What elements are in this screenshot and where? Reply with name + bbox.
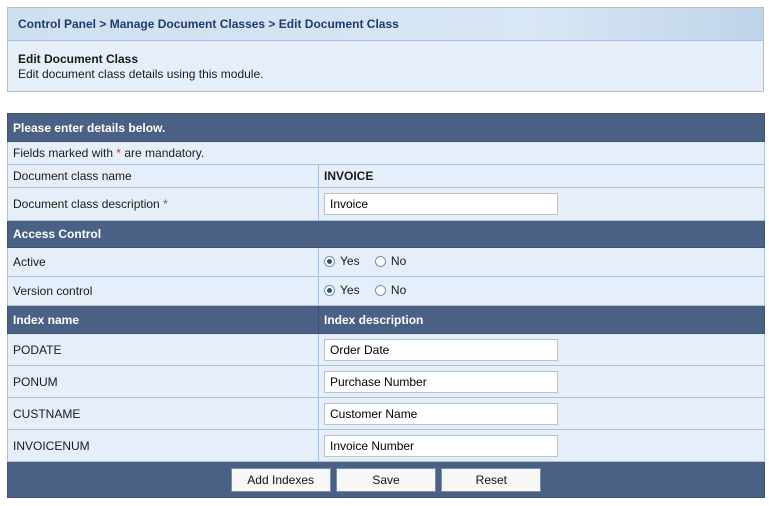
active-no-label: No	[390, 254, 407, 269]
form-header: Please enter details below.	[6, 113, 766, 142]
page-title: Edit Document Class	[18, 52, 139, 66]
class-desc-label-cell: Document class description *	[7, 187, 319, 221]
class-desc-row: Document class description *	[7, 187, 766, 221]
index-description-cell	[317, 429, 766, 462]
breadcrumb-separator: >	[265, 17, 279, 31]
required-star: *	[163, 197, 168, 211]
class-desc-label: Document class description	[13, 197, 160, 211]
active-yes-radio[interactable]: Yes	[324, 254, 360, 268]
form-header-row: Please enter details below.	[6, 113, 766, 142]
mandatory-note: Fields marked with * are mandatory.	[6, 141, 766, 165]
reset-button[interactable]: Reset	[441, 467, 542, 492]
breadcrumb-separator: >	[96, 17, 110, 31]
class-description-input[interactable]	[324, 193, 558, 215]
active-label: Active	[7, 247, 319, 277]
index-header-row: Index name Index description	[7, 305, 766, 334]
radio-unchecked-icon[interactable]	[374, 255, 386, 267]
edit-document-class-form: Please enter details below. Fields marke…	[6, 113, 766, 498]
active-yes-label: Yes	[340, 254, 360, 269]
breadcrumb-edit-document-class: Edit Document Class	[278, 17, 399, 31]
save-button[interactable]: Save	[336, 467, 436, 492]
access-control-header: Access Control	[6, 220, 766, 248]
index-name: INVOICENUM	[7, 429, 319, 462]
index-description-input[interactable]	[324, 434, 558, 457]
version-control-row: Version control Yes No	[7, 276, 766, 306]
version-yes-radio[interactable]: Yes	[324, 283, 360, 297]
active-options: Yes No	[317, 247, 766, 277]
active-no-radio[interactable]: No	[374, 254, 407, 269]
class-desc-cell	[317, 187, 766, 221]
class-name-label: Document class name	[7, 164, 319, 188]
active-row: Active Yes No	[7, 247, 766, 277]
index-description-input[interactable]	[324, 402, 558, 425]
mandatory-note-row: Fields marked with * are mandatory.	[6, 141, 766, 165]
index-description-input[interactable]	[324, 338, 558, 361]
page-subtitle: Edit document class details using this m…	[18, 67, 264, 81]
index-name-header: Index name	[7, 305, 319, 334]
radio-checked-icon[interactable]	[324, 255, 335, 267]
version-yes-label: Yes	[340, 283, 360, 298]
button-bar: Add Indexes Save Reset	[6, 461, 766, 498]
index-description-header: Index description	[317, 305, 766, 334]
version-control-label: Version control	[7, 276, 319, 306]
mandatory-note-suffix: are mandatory.	[121, 146, 205, 160]
index-description-cell	[317, 397, 766, 430]
class-name-row: Document class name INVOICE	[7, 164, 766, 188]
index-description-input[interactable]	[324, 370, 558, 393]
index-row: PODATE	[7, 333, 766, 366]
index-row: INVOICENUM	[7, 429, 766, 462]
breadcrumb: Control Panel > Manage Document Classes …	[7, 7, 764, 40]
breadcrumb-control-panel[interactable]: Control Panel	[18, 17, 96, 31]
index-description-cell	[317, 333, 766, 366]
index-name: PODATE	[7, 333, 319, 366]
index-description-cell	[317, 365, 766, 398]
index-name: PONUM	[7, 365, 319, 398]
index-row: CUSTNAME	[7, 397, 766, 430]
version-no-radio[interactable]: No	[374, 283, 407, 298]
button-row: Add Indexes Save Reset	[6, 461, 766, 498]
radio-unchecked-icon[interactable]	[374, 284, 386, 296]
version-no-label: No	[390, 283, 407, 298]
intro-panel: Edit Document Class Edit document class …	[7, 40, 764, 92]
add-indexes-button[interactable]: Add Indexes	[230, 467, 331, 492]
version-control-options: Yes No	[317, 276, 766, 306]
class-name-value: INVOICE	[317, 164, 766, 188]
radio-checked-icon[interactable]	[324, 284, 335, 296]
access-control-header-row: Access Control	[6, 220, 766, 248]
index-name: CUSTNAME	[7, 397, 319, 430]
index-row: PONUM	[7, 365, 766, 398]
mandatory-note-prefix: Fields marked with	[13, 146, 117, 160]
breadcrumb-manage-document-classes[interactable]: Manage Document Classes	[110, 17, 265, 31]
